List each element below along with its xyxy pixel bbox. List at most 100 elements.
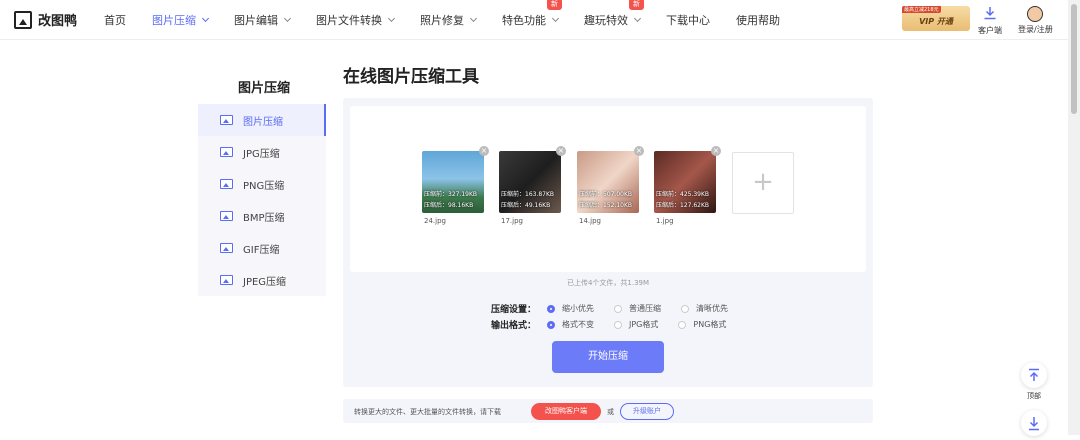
main-nav: 首页 图片压缩 图片编辑 图片文件转换 照片修复 特色功能新 趣玩特效新 下载中… [104,0,806,40]
chevron-down-icon [551,14,560,23]
start-compress-button[interactable]: 开始压缩 [552,341,664,373]
sidebar-item-gif-compress[interactable]: GIF压缩 [198,232,326,264]
scrollbar-thumb[interactable] [1071,4,1077,114]
remove-file-icon[interactable]: × [711,146,721,156]
back-to-top-button[interactable] [1021,362,1047,388]
download-icon [1029,417,1039,431]
sidebar-item-label: 图片压缩 [243,116,283,128]
upload-summary: 已上传4个文件，共1.39M [566,279,650,287]
sidebar-item-jpeg-compress[interactable]: JPEG压缩 [198,264,326,296]
option-jpg-format[interactable]: JPG格式 [614,319,658,330]
chevron-down-icon [201,14,210,23]
option-label: 普通压缩 [629,304,661,313]
compress-panel: 压缩前：327.19KB 压缩后：98.16KB × 24.jpg 压缩前：163… [343,98,873,387]
logo[interactable]: 改图鸭 [14,10,77,29]
sidebar-item-label: PNG压缩 [243,180,285,192]
size-after: 压缩后：152.10KB [579,202,633,209]
size-after: 压缩后：49.16KB [501,202,551,209]
nav-label: 特色功能 [502,14,546,27]
remove-file-icon[interactable]: × [556,146,566,156]
sidebar-item-png-compress[interactable]: PNG压缩 [198,168,326,200]
nav-label: 图片压缩 [152,14,196,27]
client-label: 客户端 [978,26,1002,35]
radio-unchecked[interactable] [614,304,622,313]
option-clarity-priority[interactable]: 清晰优先 [681,303,728,314]
nav-item-fun-effects[interactable]: 趣玩特效新 [584,0,644,28]
nav-item-help[interactable]: 使用帮助 [736,12,780,28]
sidebar-item-jpg-compress[interactable]: JPG压缩 [198,136,326,168]
nav-label: 使用帮助 [736,14,780,27]
nav-item-download-center[interactable]: 下载中心 [666,12,710,28]
size-before: 压缩前：507.00KB [579,191,633,198]
radio-unchecked[interactable] [614,320,622,329]
upload-area[interactable]: 压缩前：327.19KB 压缩后：98.16KB × 24.jpg 压缩前：163… [350,106,866,272]
bmp-file-icon [220,211,233,221]
option-label: JPG格式 [629,320,659,329]
vip-label: VIP 开通 [919,17,953,26]
option-keep-format[interactable]: 格式不变 [547,319,594,330]
nav-item-home[interactable]: 首页 [104,12,126,28]
option-png-format[interactable]: PNG格式 [678,319,726,330]
nav-item-image-edit[interactable]: 图片编辑 [234,12,292,28]
file-thumbnail[interactable]: 压缩前：163.87KB 压缩后：49.16KB × [499,146,566,213]
sidebar: 图片压缩 JPG压缩 PNG压缩 BMP压缩 GIF压缩 JPEG压缩 [198,104,326,296]
option-shrink-priority[interactable]: 缩小优先 [547,303,594,314]
nav-label: 照片修复 [420,14,464,27]
float-download-button[interactable] [1021,410,1047,436]
promo-text: 转换更大的文件、更大批量的文件转换，请下载 [354,408,501,416]
output-format-label: 输出格式： [491,321,537,331]
size-after: 压缩后：98.16KB [424,202,474,209]
upgrade-account-button[interactable]: 升级账户 [620,403,674,420]
arrow-up-icon [1029,368,1039,381]
or-text: 或 [607,408,614,416]
vip-button[interactable]: 最高立减218元 VIP 开通 [902,6,970,31]
sidebar-item-image-compress[interactable]: 图片压缩 [198,104,326,136]
sidebar-item-label: JPEG压缩 [243,276,287,288]
add-file-button[interactable]: + [732,152,794,214]
top-header: 改图鸭 首页 图片压缩 图片编辑 图片文件转换 照片修复 特色功能新 趣玩特效新… [0,0,1068,40]
remove-file-icon[interactable]: × [479,146,489,156]
page-scrollbar[interactable] [1068,0,1080,435]
output-format-row: 输出格式： 格式不变 JPG格式 PNG格式 [491,318,746,331]
thumbnail-size-info: 压缩前：327.19KB 压缩后：98.16KB [422,189,484,211]
download-client-button[interactable]: 改图鸭客户端 [531,403,601,420]
compress-settings-row: 压缩设置： 缩小优先 普通压缩 清晰优先 [491,302,748,315]
download-icon [984,7,996,20]
sidebar-item-label: GIF压缩 [243,244,280,256]
chevron-down-icon [469,14,478,23]
option-label: 清晰优先 [696,304,728,313]
nav-label: 下载中心 [666,14,710,27]
client-download-button[interactable]: 客户端 [978,6,1002,36]
nav-label: 首页 [104,14,126,27]
file-name: 24.jpg [424,217,446,225]
file-thumbnail[interactable]: 压缩前：425.39KB 压缩后：127.62KB × [654,146,721,213]
radio-unchecked[interactable] [678,320,687,329]
nav-item-photo-repair[interactable]: 照片修复 [420,12,478,28]
size-before: 压缩前：163.87KB [501,191,555,198]
avatar-icon [1027,6,1044,22]
nav-item-file-convert[interactable]: 图片文件转换 [316,12,396,28]
login-label: 登录/注册 [1018,25,1053,34]
sidebar-title: 图片压缩 [238,81,291,96]
radio-checked[interactable] [547,320,555,329]
logo-text: 改图鸭 [38,14,78,29]
remove-file-icon[interactable]: × [634,146,644,156]
chevron-down-icon [283,14,292,23]
file-name: 1.jpg [656,217,674,225]
nav-item-special-features[interactable]: 特色功能新 [502,0,562,28]
sidebar-item-bmp-compress[interactable]: BMP压缩 [198,200,326,232]
nav-item-image-compress[interactable]: 图片压缩 [152,12,210,28]
option-normal-compress[interactable]: 普通压缩 [614,303,661,314]
file-thumbnail[interactable]: 压缩前：507.00KB 压缩后：152.10KB × [577,146,644,213]
radio-checked[interactable] [547,304,555,313]
jpg-file-icon [220,147,233,157]
option-label: 缩小优先 [562,304,594,313]
radio-unchecked[interactable] [681,304,689,313]
option-label: 格式不变 [562,320,594,329]
nav-label: 图片编辑 [234,14,278,27]
login-button[interactable]: 登录/注册 [1018,6,1053,35]
file-name: 14.jpg [579,217,601,225]
vip-promo-tag: 最高立减218元 [902,6,941,13]
file-thumbnail[interactable]: 压缩前：327.19KB 压缩后：98.16KB × [422,146,489,213]
new-badge: 新 [547,0,562,10]
